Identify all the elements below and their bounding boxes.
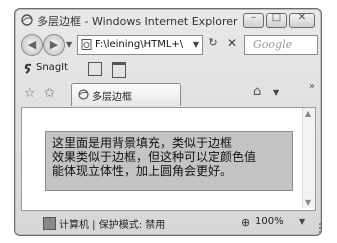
back-button[interactable]: ◀ xyxy=(21,34,43,56)
favorites-star-icon[interactable]: ☆ xyxy=(24,86,36,101)
zoom-icon: ⊕ xyxy=(241,216,251,229)
home-icon: ⌂ xyxy=(253,84,262,99)
ie-page-icon xyxy=(21,14,33,26)
recent-pages-dropdown-icon[interactable]: ▼ xyxy=(66,40,72,49)
refresh-button[interactable]: ↻ xyxy=(204,36,222,52)
security-zone[interactable]: 计算机 | 保护模式: 禁用 xyxy=(59,216,165,231)
forward-icon: ▶ xyxy=(49,38,59,51)
capture-window-icon[interactable] xyxy=(88,62,102,76)
scroll-up-icon[interactable]: ▲ xyxy=(305,109,311,118)
ie-page-icon xyxy=(81,39,92,50)
maximize-button[interactable]: □ xyxy=(266,12,287,28)
capture-region-icon[interactable] xyxy=(112,62,126,78)
close-icon: ✕ xyxy=(297,12,307,23)
back-icon: ◀ xyxy=(27,38,37,51)
resize-grip[interactable] xyxy=(315,223,321,233)
search-placeholder: Google xyxy=(253,38,293,51)
scroll-down-icon[interactable]: ▼ xyxy=(305,198,311,207)
snagit-icon xyxy=(24,63,32,74)
address-url: F:\leining\HTML+\ xyxy=(95,39,184,50)
more-tools-icon[interactable]: » xyxy=(309,81,315,92)
page-content: 这里面是用背景填充，类似于边框 效果类似于边框，但这种可以定颜色值 能体现立体性… xyxy=(21,107,316,211)
computer-icon xyxy=(43,217,56,230)
minimize-button[interactable]: – xyxy=(243,12,264,28)
home-dropdown-icon[interactable]: ▼ xyxy=(273,88,279,97)
zoom-dropdown-icon[interactable]: ▼ xyxy=(299,217,305,226)
background-filled-box: 这里面是用背景填充，类似于边框 效果类似于边框，但这种可以定颜色值 能体现立体性… xyxy=(45,131,293,191)
content-line: 效果类似于边框，但这种可以定颜色值 xyxy=(52,150,257,164)
title-bar: 多层边框 - Windows Internet Explorer – □ ✕ xyxy=(15,9,321,31)
forward-button[interactable]: ▶ xyxy=(43,34,65,56)
vertical-scrollbar[interactable]: ▲ ▼ xyxy=(302,108,315,208)
ie-page-icon xyxy=(78,89,89,100)
close-button[interactable]: ✕ xyxy=(289,12,315,28)
window-title: 多层边框 - Windows Internet Explorer xyxy=(37,15,238,28)
refresh-icon: ↻ xyxy=(208,36,218,49)
tab-active[interactable]: 多层边框 xyxy=(71,83,181,106)
maximize-icon: □ xyxy=(271,12,282,23)
stop-icon: ✕ xyxy=(226,36,238,50)
browser-window: 多层边框 - Windows Internet Explorer – □ ✕ ◀… xyxy=(14,8,322,236)
content-line: 能体现立体性，加上圆角会更好。 xyxy=(52,164,233,178)
stop-button[interactable]: ✕ xyxy=(224,36,240,52)
address-dropdown-icon[interactable]: ▼ xyxy=(193,40,199,49)
search-box[interactable]: Google xyxy=(244,35,318,55)
snagit-button[interactable]: SnagIt xyxy=(36,62,68,73)
add-favorites-icon[interactable]: ✩ xyxy=(44,86,55,101)
content-line: 这里面是用背景填充，类似于边框 xyxy=(52,136,233,150)
status-bar: 计算机 | 保护模式: 禁用 ⊕ 100% ▼ xyxy=(15,211,321,235)
minimize-icon: – xyxy=(251,12,256,23)
command-bar: SnagIt xyxy=(15,59,321,79)
home-button[interactable]: ⌂ ▼ xyxy=(251,84,285,102)
zoom-level[interactable]: 100% xyxy=(255,216,284,227)
tab-bar: ☆ ✩ 多层边框 ⌂ ▼ » xyxy=(15,80,321,107)
tab-label: 多层边框 xyxy=(92,92,132,103)
navigation-bar: ◀ ▶ ▼ F:\leining\HTML+\ ▼ ↻ ✕ Google xyxy=(15,32,321,58)
address-bar[interactable]: F:\leining\HTML+\ ▼ xyxy=(77,35,203,55)
caption-buttons: – □ ✕ xyxy=(243,12,315,28)
